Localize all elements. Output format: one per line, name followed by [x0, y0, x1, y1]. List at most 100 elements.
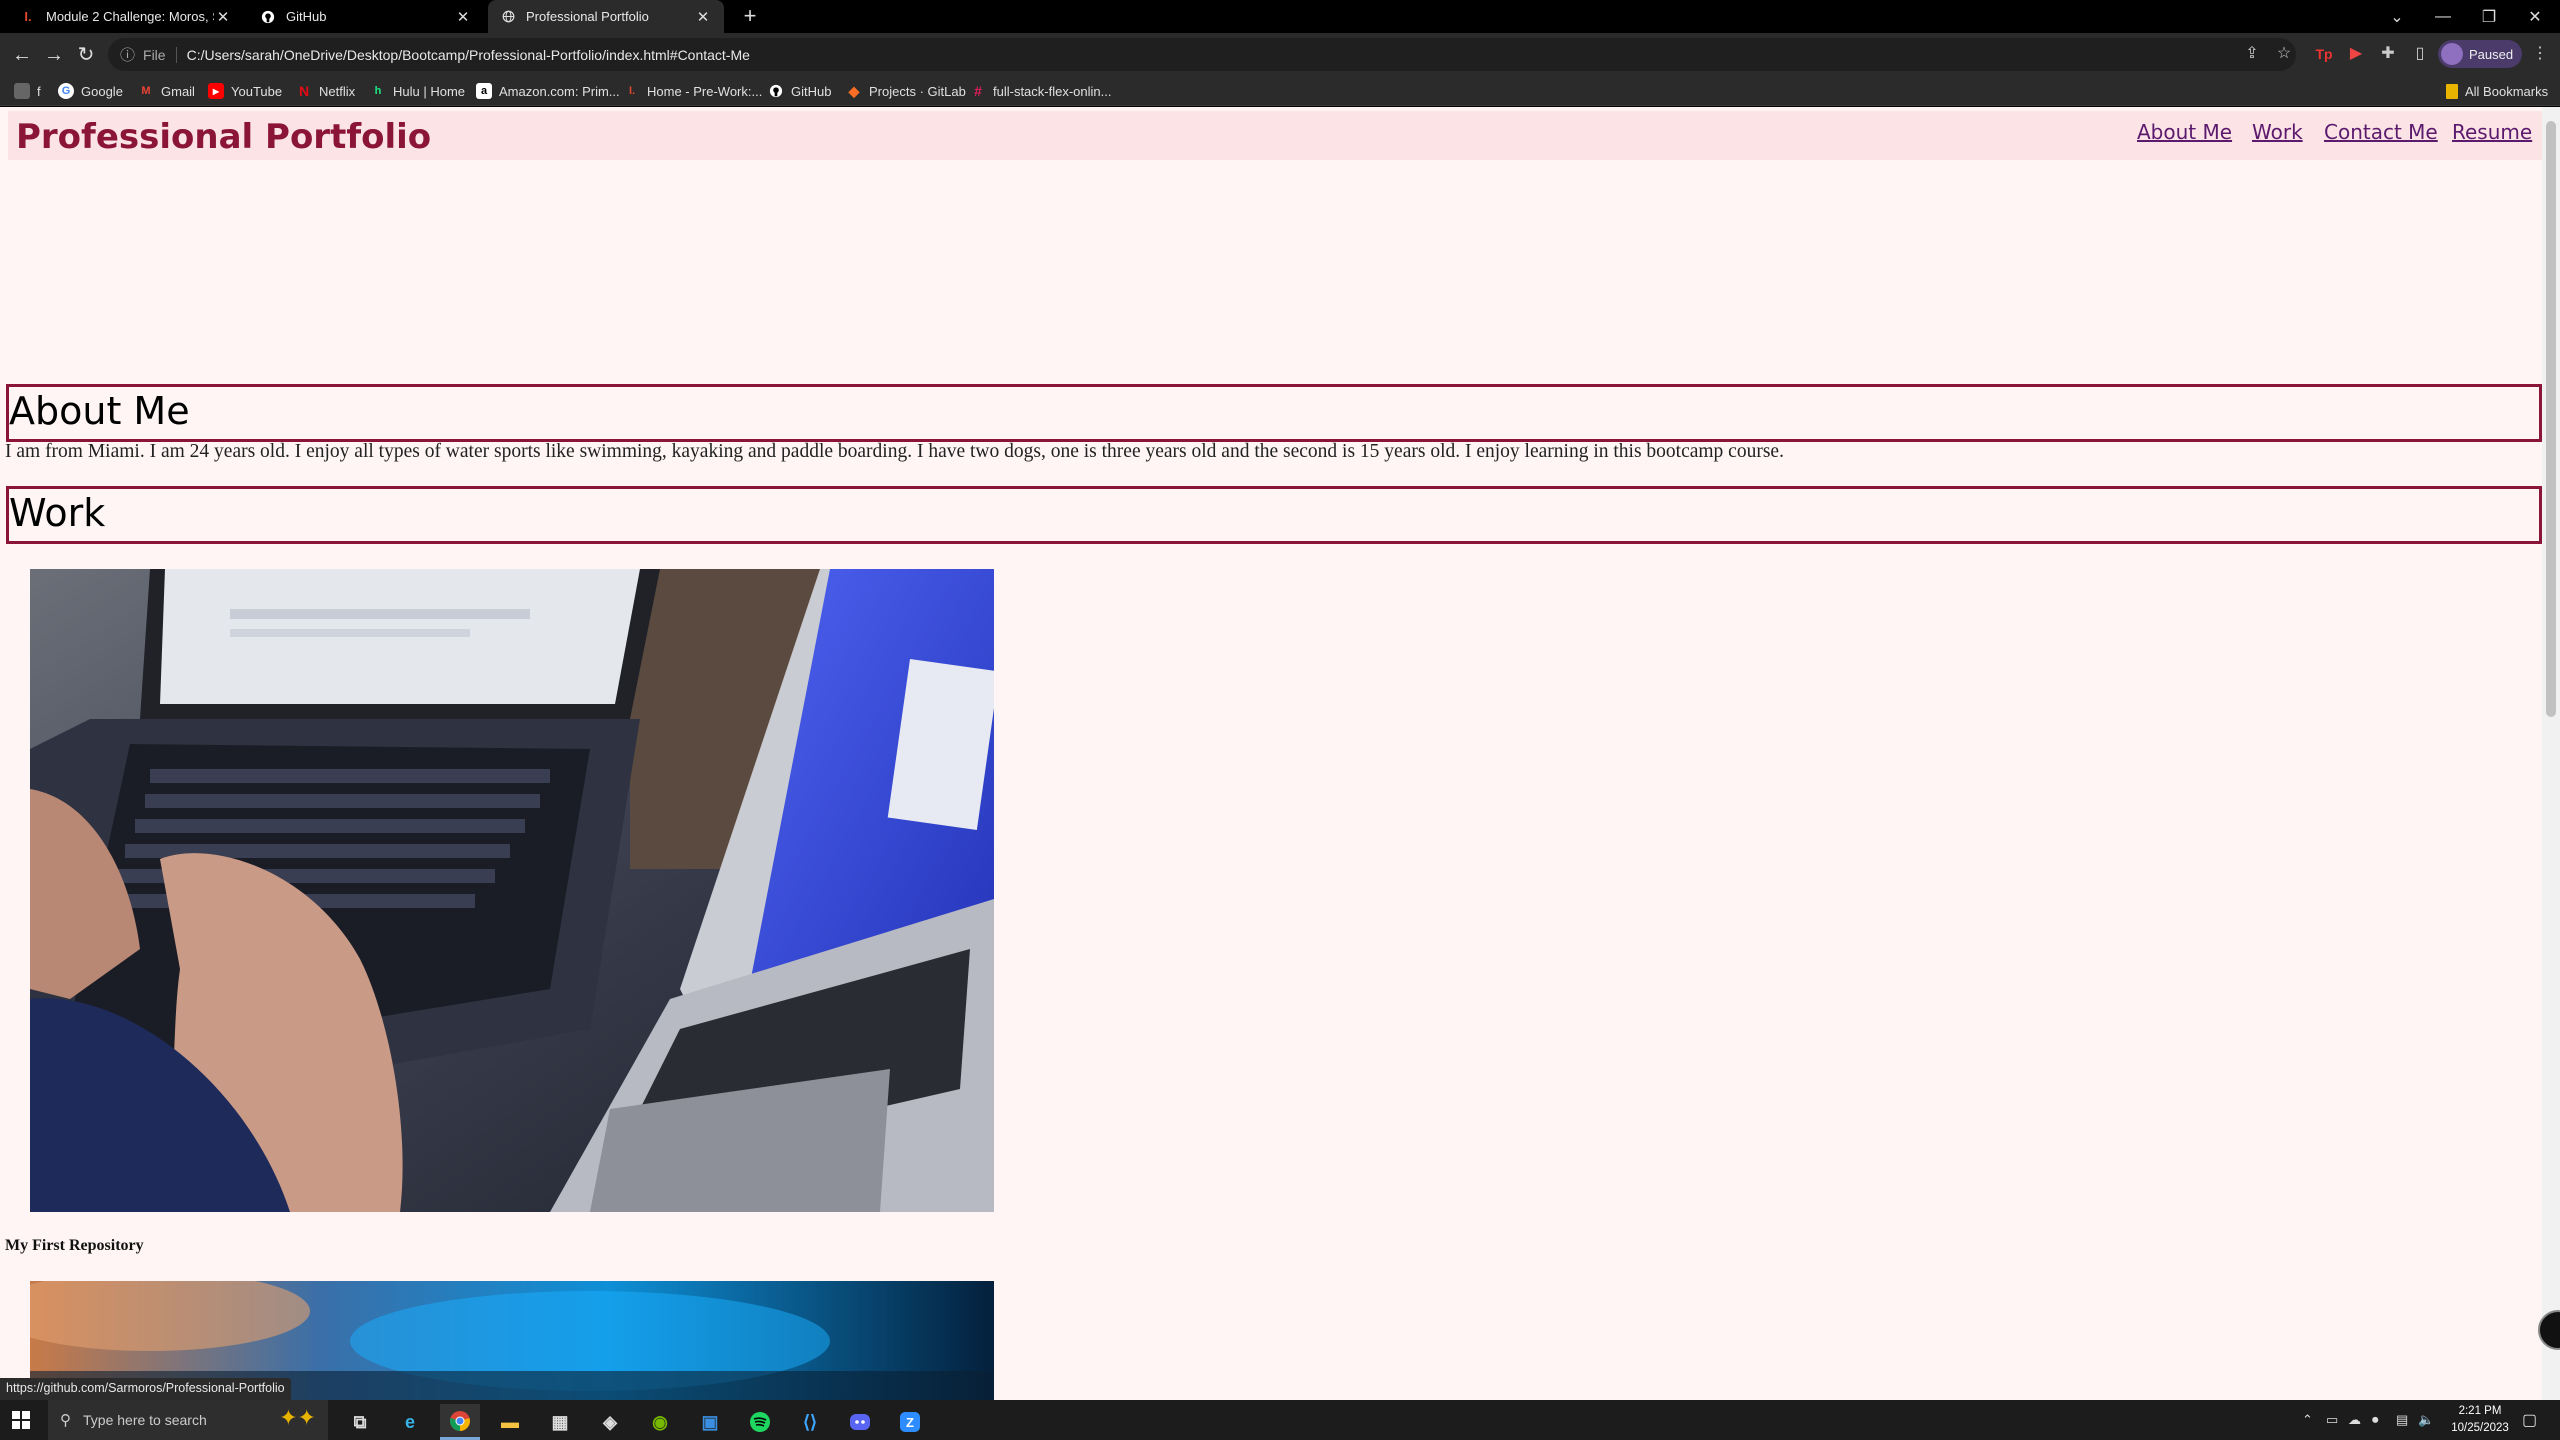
back-icon[interactable]: ← [8, 41, 36, 69]
close-icon[interactable]: ✕ [214, 8, 232, 26]
bookmark-label: Netflix [319, 83, 356, 99]
restore-icon[interactable]: ❐ [2466, 0, 2512, 33]
extensions-puzzle-icon[interactable]: ✚ [2376, 42, 2400, 66]
bookmark-slack[interactable]: # full-stack-flex-onlin... [970, 76, 1111, 106]
bookmark-gitlab[interactable]: ◆ Projects · GitLab [846, 76, 966, 106]
about-me-text: I am from Miami. I am 24 years old. I en… [5, 441, 1784, 462]
scrollbar-thumb[interactable] [2546, 121, 2556, 717]
slack-icon: # [974, 83, 982, 99]
page-viewport: Professional Portfolio About Me Work Con… [0, 107, 2542, 1400]
microphone-icon[interactable]: ⏺ [2372, 1400, 2379, 1440]
folder-icon [2446, 83, 2458, 99]
store-icon[interactable]: ▦ [540, 1404, 580, 1440]
gmail-icon: M [141, 85, 151, 97]
bookmark-label: Gmail [161, 83, 195, 99]
bookmark-label: YouTube [231, 83, 283, 99]
nav-link-contact-me[interactable]: Contact Me [2324, 120, 2438, 144]
bookmarks-bar: f G Google M Gmail ▶ YouTube N Netflix h… [0, 76, 2560, 106]
search-highlight-icon: ✦✦ [279, 1405, 316, 1430]
svg-text:Z: Z [906, 1415, 914, 1430]
github-icon [260, 9, 276, 25]
new-tab-icon[interactable]: + [738, 5, 762, 29]
site-header: Professional Portfolio About Me Work Con… [8, 111, 2542, 160]
tab-search-icon[interactable]: ⌄ [2374, 0, 2420, 33]
close-icon[interactable]: ✕ [694, 8, 712, 26]
project-image-laptops[interactable] [30, 569, 994, 1212]
discord-icon[interactable] [840, 1404, 880, 1440]
onedrive-icon[interactable]: ☁ [2348, 1400, 2361, 1440]
bookmark-pre-work[interactable]: I. Home - Pre-Work:... [624, 76, 762, 106]
share-icon[interactable]: ⇪ [2240, 42, 2264, 66]
zoom-icon[interactable]: Z [890, 1404, 930, 1440]
taskbar-search[interactable]: ⚲ Type here to search ✦✦ [48, 1400, 328, 1440]
canvas-icon: I. [628, 85, 636, 97]
link-status-bar: https://github.com/Sarmoros/Professional… [0, 1378, 291, 1400]
bookmark-google[interactable]: G Google [58, 76, 123, 106]
all-bookmarks-button[interactable]: All Bookmarks [2446, 76, 2548, 106]
extension-record-icon[interactable]: ▶ [2344, 42, 2368, 66]
tray-chevron-icon[interactable]: ⌃ [2302, 1400, 2313, 1440]
bookmark-hulu[interactable]: h Hulu | Home [370, 76, 465, 106]
notifications-icon[interactable]: ▢ [2522, 1400, 2537, 1440]
nvidia-icon[interactable]: ◉ [640, 1404, 680, 1440]
clock-date: 10/25/2023 [2451, 1422, 2509, 1434]
canvas-icon: I. [24, 9, 32, 24]
tab-module-2[interactable]: I. Module 2 Challenge: Moros, Sar ✕ [8, 0, 244, 33]
bookmark-label: GitHub [791, 83, 832, 99]
forward-icon[interactable]: → [40, 41, 68, 69]
tab-title: Module 2 Challenge: Moros, Sar [46, 9, 214, 24]
start-button[interactable] [12, 1411, 30, 1429]
profile-button[interactable]: Paused [2438, 40, 2522, 68]
tray-device-icon[interactable]: ▭ [2326, 1400, 2338, 1440]
clock-time: 2:21 PM [2458, 1405, 2502, 1417]
minimize-icon[interactable]: — [2420, 0, 2466, 33]
taskbar-clock[interactable]: 2:21 PM 10/25/2023 [2440, 1403, 2520, 1437]
task-view-icon[interactable]: ⧉ [340, 1404, 380, 1440]
bookmark-amazon[interactable]: a Amazon.com: Prim... [476, 76, 620, 106]
bookmark-youtube[interactable]: ▶ YouTube [208, 76, 282, 106]
bookmark-github[interactable]: GitHub [768, 76, 831, 106]
star-icon[interactable]: ☆ [2272, 42, 2296, 66]
chrome-icon[interactable] [440, 1404, 480, 1440]
url-text[interactable]: C:/Users/sarah/OneDrive/Desktop/Bootcamp… [187, 47, 750, 63]
menu-kebab-icon[interactable]: ⋮ [2528, 42, 2552, 66]
side-panel-icon[interactable]: ▯ [2408, 42, 2432, 66]
file-explorer-icon[interactable]: ▬ [490, 1404, 530, 1440]
folder-icon [14, 83, 30, 99]
search-placeholder: Type here to search [83, 1412, 207, 1428]
app-icon[interactable]: ▣ [690, 1404, 730, 1440]
profile-status: Paused [2469, 46, 2514, 62]
extension-tp-icon[interactable]: Tp [2312, 42, 2336, 66]
reload-icon[interactable]: ↻ [72, 41, 100, 69]
work-section-heading: Work [6, 486, 2542, 544]
search-icon: ⚲ [60, 1412, 71, 1429]
close-window-icon[interactable]: ✕ [2512, 0, 2558, 33]
github-icon [768, 83, 784, 99]
close-icon[interactable]: ✕ [454, 8, 472, 26]
bookmark-netflix[interactable]: N Netflix [296, 76, 355, 106]
tab-title: GitHub [286, 9, 327, 24]
all-bookmarks-label: All Bookmarks [2465, 83, 2549, 99]
page-scrollbar[interactable] [2542, 107, 2560, 1400]
tab-professional-portfolio[interactable]: Professional Portfolio ✕ [488, 0, 724, 33]
bookmark-label: Amazon.com: Prim... [499, 83, 620, 99]
gitlab-icon: ◆ [848, 82, 860, 99]
vscode-icon[interactable]: ⟨⟩ [790, 1404, 830, 1440]
edge-icon[interactable]: e [390, 1404, 430, 1440]
bookmark-folder-f[interactable]: f [14, 76, 41, 106]
nav-link-about-me[interactable]: About Me [2137, 120, 2232, 144]
project-caption: My First Repository [5, 1237, 144, 1254]
address-bar[interactable]: ⓘ File C:/Users/sarah/OneDrive/Desktop/B… [108, 38, 2296, 71]
nav-link-work[interactable]: Work [2252, 120, 2303, 144]
bookmark-gmail[interactable]: M Gmail [138, 76, 195, 106]
info-icon[interactable]: ⓘ [120, 44, 135, 65]
windows-logo-tile [12, 1421, 20, 1429]
windows-logo-tile [12, 1411, 20, 1419]
hulu-icon: h [374, 85, 382, 97]
network-icon[interactable]: ▤ [2396, 1400, 2408, 1440]
steam-icon[interactable]: ◈ [590, 1404, 630, 1440]
volume-icon[interactable]: 🔈 [2418, 1400, 2434, 1440]
tab-github[interactable]: GitHub ✕ [248, 0, 484, 33]
spotify-icon[interactable] [740, 1404, 780, 1440]
nav-link-resume[interactable]: Resume [2452, 120, 2532, 144]
